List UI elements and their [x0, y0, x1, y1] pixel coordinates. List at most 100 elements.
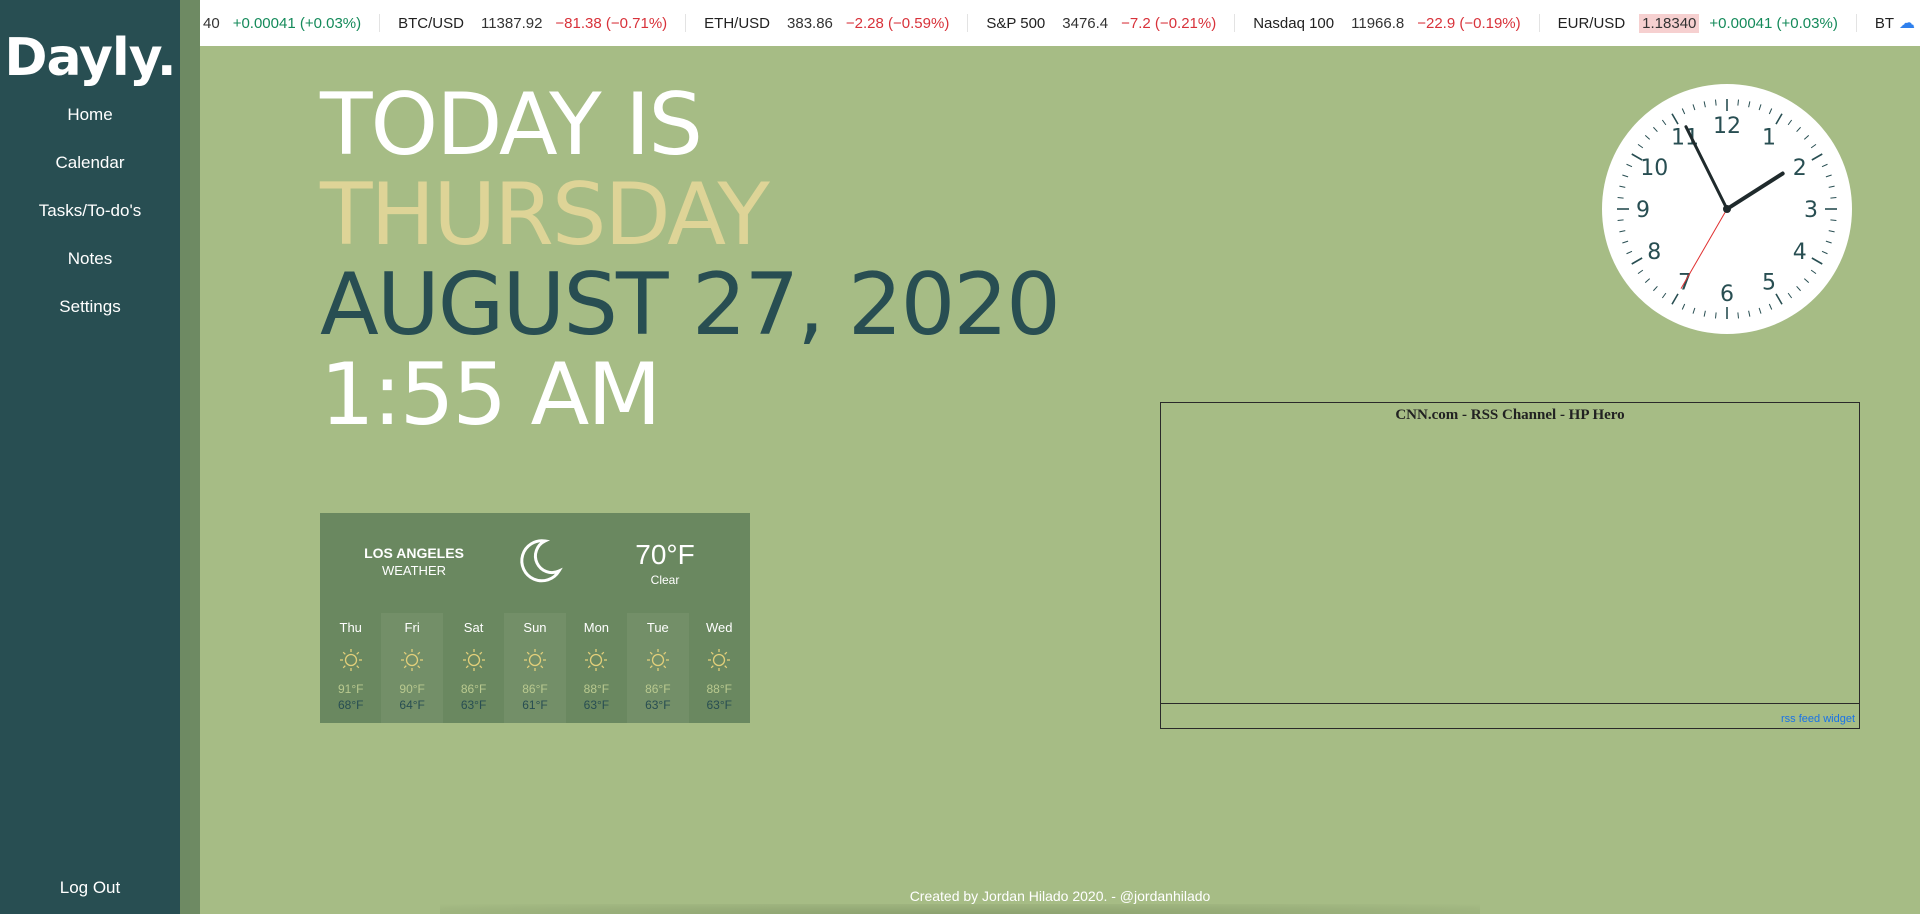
- clock-tick: [1821, 250, 1828, 255]
- forecast-day: Mon 88°F 63°F: [565, 613, 628, 723]
- forecast-low: 61°F: [522, 698, 548, 712]
- stock-ticker[interactable]: 40 +0.00041 (+0.03%) BTC/USD 11387.92 −81.38…: [200, 0, 1920, 46]
- rss-title[interactable]: CNN.com - RSS Channel - HP Hero: [1161, 407, 1859, 424]
- clock-tick: [1803, 135, 1810, 140]
- clock-tick: [1796, 126, 1801, 133]
- forecast-day-name: Wed: [705, 620, 733, 635]
- weather-header: LOS ANGELES WEATHER 70°F Clear: [320, 513, 750, 613]
- moon-icon: [515, 535, 565, 590]
- clock-tick: [1811, 257, 1823, 265]
- sun-icon: [504, 639, 565, 681]
- weather-subtitle: WEATHER: [381, 563, 447, 578]
- ticker-item[interactable]: ETH/USD 383.86 −2.28 (−0.59%): [686, 14, 969, 32]
- nav-item-home[interactable]: Home: [0, 104, 180, 152]
- clock-tick: [1626, 163, 1633, 168]
- clock-tick: [1681, 303, 1686, 310]
- rss-footer: rss feed widget: [1161, 703, 1859, 728]
- clock-tick: [1626, 250, 1633, 255]
- clock-tick: [1758, 104, 1762, 111]
- clock-tick: [1692, 104, 1696, 111]
- ticker-symbol: BTC/USD: [398, 14, 464, 32]
- ticker-item[interactable]: BTC/USD 11387.92 −81.38 (−0.71%): [380, 14, 687, 32]
- clock-tick: [1828, 185, 1835, 188]
- clock-tick: [1653, 126, 1658, 133]
- clock-tick: [1617, 219, 1624, 221]
- nav-item-notes[interactable]: Notes: [0, 248, 180, 296]
- clock-tick: [1787, 119, 1793, 126]
- clock-tick: [1661, 119, 1667, 126]
- forecast-high: 90°F: [399, 682, 425, 696]
- ticker-price: 11966.8: [1351, 14, 1405, 32]
- clock-tick: [1692, 307, 1696, 314]
- ticker-widget-icon[interactable]: ☁: [1894, 0, 1920, 46]
- ticker-price: 383.86: [787, 14, 833, 32]
- rss-feed-widget: CNN.com - RSS Channel - HP Hero rss feed…: [1160, 402, 1860, 729]
- ticker-symbol: EUR/USD: [1557, 14, 1626, 32]
- ticker-item[interactable]: S&P 500 3476.4 −7.2 (−0.21%): [968, 14, 1236, 32]
- forecast-day: Sun 86°F 61°F: [504, 613, 566, 723]
- forecast-low: 63°F: [460, 698, 487, 712]
- forecast-day: Wed 88°F 63°F: [688, 613, 750, 723]
- forecast-high: 86°F: [522, 682, 548, 696]
- analog-clock: 12 1 2 3 4 5 6 7 8 9 10 11: [1602, 84, 1852, 334]
- ticker-item[interactable]: Nasdaq 100 11966.8 −22.9 (−0.19%): [1235, 14, 1540, 32]
- sidebar: Dayly. Home Calendar Tasks/To-do's Notes…: [0, 0, 180, 914]
- weekday-label: THURSDAY: [320, 165, 770, 265]
- sun-icon: [689, 639, 750, 681]
- weather-city: LOS ANGELES: [364, 545, 464, 561]
- forecast-low: 63°F: [645, 698, 671, 712]
- ticker-change: +0.00041 (+0.03%): [1709, 14, 1838, 32]
- clock-tick: [1644, 278, 1651, 283]
- logout-link[interactable]: Log Out: [0, 878, 180, 898]
- weather-condition: Clear: [650, 573, 680, 587]
- nav-menu: Home Calendar Tasks/To-do's Notes Settin…: [0, 104, 180, 344]
- forecast-day: Sat 86°F 63°F: [442, 613, 505, 723]
- clock-tick: [1619, 185, 1626, 188]
- sun-icon: [443, 639, 504, 681]
- clock-tick: [1787, 292, 1793, 299]
- ticker-price: 3476.4: [1062, 14, 1109, 32]
- forecast-day: Tue 86°F 63°F: [627, 613, 689, 723]
- ticker-item[interactable]: 40 +0.00041 (+0.03%): [200, 14, 381, 32]
- nav-item-tasks[interactable]: Tasks/To-do's: [0, 200, 180, 248]
- forecast-high: 88°F: [706, 682, 732, 696]
- clock-tick: [1810, 143, 1817, 149]
- clock-number: 9: [1636, 198, 1650, 223]
- forecast-day-name: Tue: [646, 620, 669, 635]
- clock-tick: [1622, 174, 1629, 178]
- clock-tick: [1748, 310, 1751, 317]
- clock-number: 8: [1647, 240, 1661, 265]
- ticker-change: −2.28 (−0.59%): [845, 14, 950, 32]
- ticker-change: −81.38 (−0.71%): [555, 14, 668, 32]
- clock-tick: [1830, 197, 1837, 199]
- weather-widget[interactable]: LOS ANGELES WEATHER 70°F Clear Thu 91°F 68…: [320, 513, 750, 723]
- footer-credit: Created by Jordan Hilado 2020. - @jordan…: [909, 888, 1211, 904]
- forecast-high: 91°F: [337, 682, 364, 696]
- clock-tick: [1653, 285, 1658, 292]
- clock-tick: [1737, 312, 1739, 319]
- nav-item-settings[interactable]: Settings: [0, 296, 180, 344]
- clock-second-hand: [1680, 208, 1728, 289]
- forecast-high: 86°F: [645, 682, 671, 696]
- clock-tick: [1825, 240, 1832, 244]
- forecast-low: 63°F: [583, 698, 610, 712]
- app-logo[interactable]: Dayly.: [0, 28, 180, 88]
- clock-tick: [1810, 269, 1817, 275]
- ticker-symbol: S&P 500: [986, 14, 1046, 32]
- nav-item-calendar[interactable]: Calendar: [0, 152, 180, 200]
- clock-tick: [1775, 113, 1783, 125]
- clock-hour-hand: [1725, 171, 1785, 211]
- clock-number: 6: [1720, 282, 1734, 307]
- rss-widget-link[interactable]: rss feed widget: [1781, 713, 1855, 725]
- forecast-low: 63°F: [706, 698, 732, 712]
- forecast-low: 64°F: [399, 698, 425, 712]
- clock-tick: [1821, 163, 1828, 168]
- clock-number: 10: [1640, 156, 1668, 181]
- clock-tick: [1830, 219, 1837, 221]
- sun-icon: [320, 639, 381, 681]
- ticker-item[interactable]: EUR/USD 1.18340 +0.00041 (+0.03%): [1540, 13, 1857, 33]
- clock-tick: [1737, 99, 1739, 106]
- clock-tick: [1803, 278, 1810, 283]
- ticker-price: 1.18340: [1639, 13, 1700, 33]
- forecast-day-name: Mon: [583, 620, 610, 635]
